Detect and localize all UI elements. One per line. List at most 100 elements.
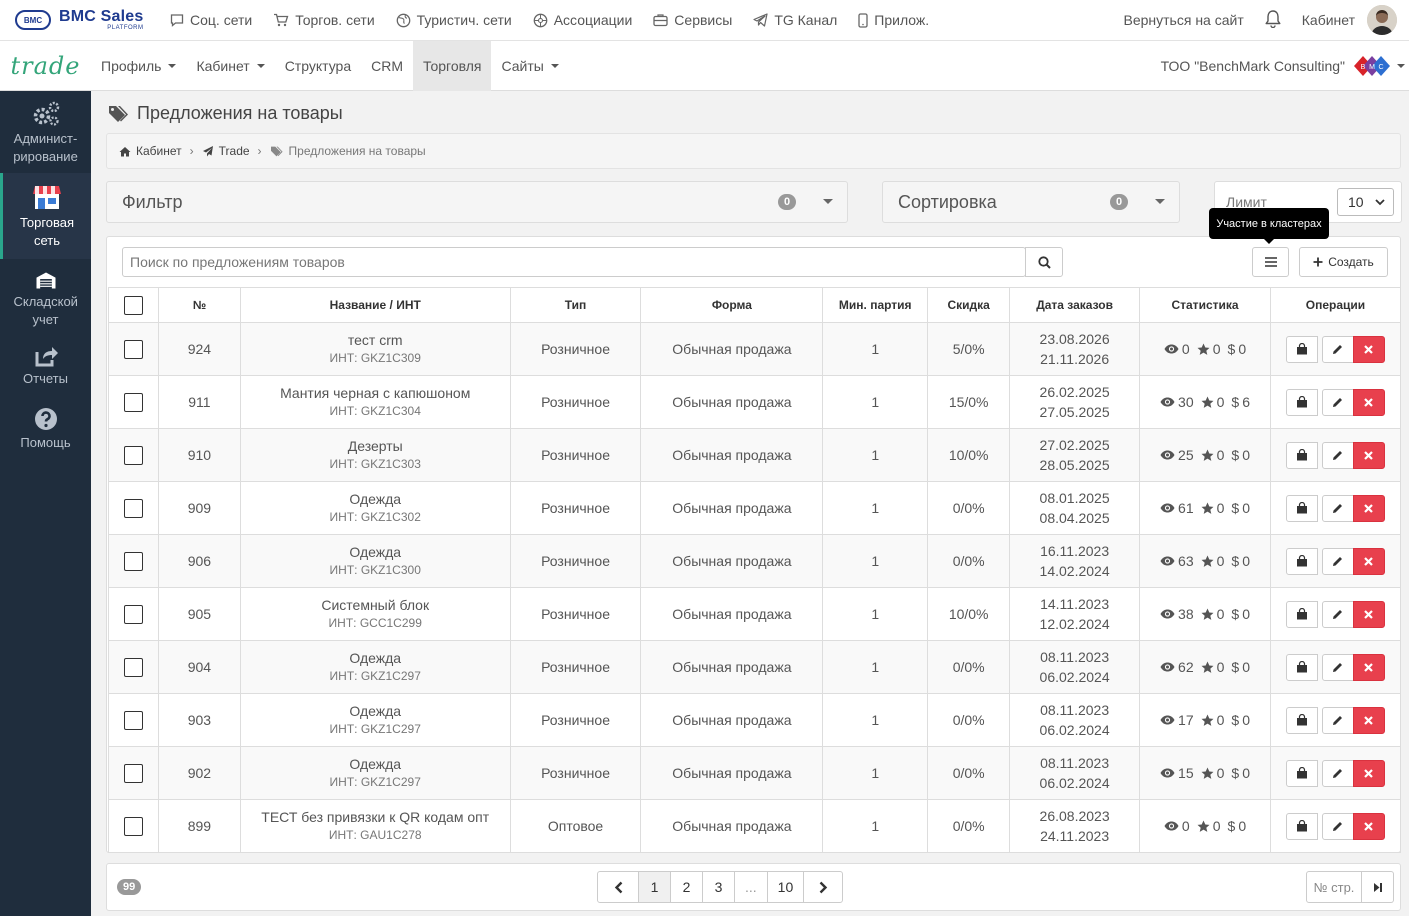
row-name[interactable]: Мантия черная с капюшоном [241,384,510,402]
sort-panel[interactable]: Сортировка 0 [882,181,1180,223]
bell-icon[interactable] [1264,9,1282,31]
edit-button[interactable] [1321,547,1354,575]
row-name-cell[interactable]: Одежда ИНТ: GKZ1C300 [239,534,511,588]
row-select-cell[interactable] [108,587,159,641]
delete-button[interactable] [1352,441,1385,469]
row-select-cell[interactable] [108,640,159,694]
row-name[interactable]: Одежда [241,490,510,508]
nav-structure[interactable]: Структура [275,41,361,91]
table-row[interactable]: 905 Системный блок ИНТ: GCC1C299 Розничн… [108,587,1402,641]
edit-button[interactable] [1321,653,1354,681]
topnav-tourism[interactable]: Туристич. сети [396,12,512,28]
sidebar-item-help[interactable]: Помощь [0,393,91,457]
clusters-op-button[interactable] [1285,759,1318,787]
sidebar-item-reports[interactable]: Отчеты [0,329,91,393]
row-checkbox[interactable] [123,604,143,624]
delete-button[interactable] [1352,547,1385,575]
topnav-telegram[interactable]: TG Канал [753,12,837,28]
delete-button[interactable] [1352,388,1385,416]
row-name-cell[interactable]: Мантия черная с капюшоном ИНТ: GKZ1C304 [239,375,511,429]
row-select-cell[interactable] [108,428,159,482]
clusters-op-button[interactable] [1285,388,1318,416]
edit-button[interactable] [1321,706,1354,734]
table-row[interactable]: 910 Дезерты ИНТ: GKZ1C303 Розничное Обыч… [108,428,1402,482]
edit-button[interactable] [1321,335,1354,363]
header-name[interactable]: Название / ИНТ [239,287,511,323]
clusters-op-button[interactable] [1285,600,1318,628]
limit-select[interactable]: 10 [1337,188,1394,216]
topnav-trade[interactable]: Торгов. сети [273,12,375,28]
nav-profile[interactable]: Профиль [91,41,186,91]
row-name-cell[interactable]: Одежда ИНТ: GKZ1C297 [239,693,511,747]
company-selector[interactable]: ТОО "BenchMark Consulting" BMC [1161,41,1409,91]
search-input[interactable]: Поиск по предложениям товаров [122,247,1026,277]
breadcrumb-trade[interactable]: Trade [219,144,250,158]
header-order-date[interactable]: Дата заказов [1009,287,1141,323]
row-name[interactable]: Одежда [241,755,510,773]
delete-button[interactable] [1352,494,1385,522]
row-select-cell[interactable] [108,693,159,747]
row-name-cell[interactable]: Одежда ИНТ: GKZ1C297 [239,640,511,694]
row-name[interactable]: ТЕСТ без привязки к QR кодам опт [241,808,510,826]
page-number-input[interactable]: № стр. [1306,871,1362,903]
table-row[interactable]: 924 тест crm ИНТ: GKZ1C309 Розничное Обы… [108,322,1402,376]
clusters-button[interactable] [1252,247,1289,277]
row-name-cell[interactable]: Одежда ИНТ: GKZ1C297 [239,746,511,800]
edit-button[interactable] [1321,388,1354,416]
edit-button[interactable] [1321,600,1354,628]
edit-button[interactable] [1321,812,1354,840]
row-checkbox[interactable] [123,816,143,836]
clusters-op-button[interactable] [1285,441,1318,469]
sidebar-item-warehouse[interactable]: Складской учет [0,259,91,329]
nav-cabinet[interactable]: Кабинет [186,41,274,91]
sidebar-item-trade-network[interactable]: Торговая сеть [0,173,91,259]
clusters-op-button[interactable] [1285,653,1318,681]
page-1[interactable]: 1 [638,871,671,903]
row-name-cell[interactable]: Системный блок ИНТ: GCC1C299 [239,587,511,641]
table-row[interactable]: 909 Одежда ИНТ: GKZ1C302 Розничное Обычн… [108,481,1402,535]
edit-button[interactable] [1321,759,1354,787]
row-name[interactable]: Одежда [241,649,510,667]
row-select-cell[interactable] [108,481,159,535]
nav-trade[interactable]: Торговля [413,40,492,91]
table-row[interactable]: 902 Одежда ИНТ: GKZ1C297 Розничное Обычн… [108,746,1402,800]
create-button[interactable]: Создать [1299,247,1388,277]
topnav-apps[interactable]: Прилож. [858,12,929,28]
table-row[interactable]: 903 Одежда ИНТ: GKZ1C297 Розничное Обычн… [108,693,1402,747]
row-checkbox[interactable] [123,339,143,359]
page-3[interactable]: 3 [702,871,735,903]
nav-crm[interactable]: CRM [361,41,413,91]
avatar[interactable] [1367,5,1397,35]
prev-page-button[interactable] [597,871,639,903]
clusters-op-button[interactable] [1285,706,1318,734]
topnav-associations[interactable]: Ассоциации [533,12,632,28]
row-name-cell[interactable]: Дезерты ИНТ: GKZ1C303 [239,428,511,482]
clusters-op-button[interactable] [1285,335,1318,363]
go-to-page-button[interactable] [1362,871,1394,903]
search-button[interactable] [1025,247,1063,277]
delete-button[interactable] [1352,812,1385,840]
header-form[interactable]: Форма [640,287,824,323]
breadcrumb-cabinet[interactable]: Кабинет [136,144,182,158]
header-number[interactable]: № [157,287,241,323]
clusters-op-button[interactable] [1285,547,1318,575]
row-name[interactable]: Системный блок [241,596,510,614]
row-name-cell[interactable]: тест crm ИНТ: GKZ1C309 [239,322,511,376]
delete-button[interactable] [1352,600,1385,628]
table-row[interactable]: 904 Одежда ИНТ: GKZ1C297 Розничное Обычн… [108,640,1402,694]
clusters-op-button[interactable] [1285,812,1318,840]
table-row[interactable]: 911 Мантия черная с капюшоном ИНТ: GKZ1C… [108,375,1402,429]
delete-button[interactable] [1352,759,1385,787]
row-name[interactable]: Одежда [241,702,510,720]
delete-button[interactable] [1352,335,1385,363]
bmc-logo[interactable]: BMC BMC Sales PLATFORM [15,9,155,31]
topnav-social[interactable]: Соц. сети [170,12,252,28]
filter-panel[interactable]: Фильтр 0 [106,181,848,223]
row-checkbox[interactable] [123,551,143,571]
trade-brand-logo[interactable]: trade [0,41,91,91]
page-2[interactable]: 2 [670,871,703,903]
row-checkbox[interactable] [123,498,143,518]
row-select-cell[interactable] [108,746,159,800]
page-10[interactable]: 10 [766,871,805,903]
row-checkbox[interactable] [123,763,143,783]
